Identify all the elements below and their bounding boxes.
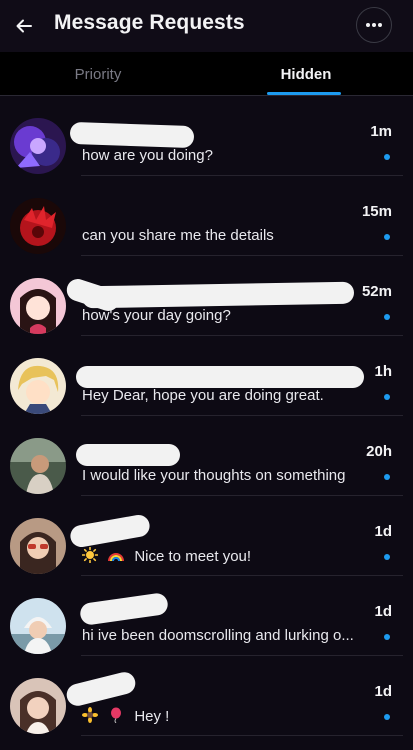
- message-preview: can you share me the details: [82, 227, 274, 244]
- message-preview: how are you doing?: [82, 147, 213, 164]
- redacted-name: [78, 591, 170, 627]
- more-options-button[interactable]: [356, 7, 392, 43]
- active-tab-indicator: [267, 92, 341, 95]
- avatar[interactable]: [10, 598, 66, 654]
- tab-hidden[interactable]: Hidden: [236, 52, 376, 96]
- tab-priority[interactable]: Priority: [0, 52, 196, 96]
- message-request-row[interactable]: 20h I would like your thoughts on someth…: [0, 416, 413, 496]
- message-preview: how's your day going?: [82, 307, 231, 324]
- back-button[interactable]: [10, 12, 38, 40]
- rainbow-emoji-icon: [108, 553, 125, 562]
- redacted-name: [76, 366, 364, 388]
- unread-dot: [384, 714, 390, 720]
- unread-dot: [384, 314, 390, 320]
- unread-dot: [384, 394, 390, 400]
- message-request-row[interactable]: 1d Nice to meet you!: [0, 496, 413, 576]
- message-text: Nice to meet you!: [134, 548, 252, 565]
- timestamp: 1d: [374, 603, 392, 620]
- message-request-row[interactable]: 1h Hey Dear, hope you are doing great.: [0, 336, 413, 416]
- message-request-row[interactable]: 1m how are you doing?: [0, 96, 413, 176]
- arrow-left-icon: [16, 19, 32, 33]
- tab-bar: Priority Hidden: [0, 52, 413, 96]
- page-title: Message Requests: [54, 11, 245, 34]
- unread-dot: [384, 154, 390, 160]
- redacted-name: [64, 669, 138, 709]
- unread-dot: [384, 234, 390, 240]
- message-request-row[interactable]: 15m can you share me the details: [0, 176, 413, 314]
- message-request-row[interactable]: 52m how's your day going?: [0, 256, 413, 336]
- message-preview: I would like your thoughts on something: [82, 467, 346, 484]
- avatar[interactable]: [10, 118, 66, 174]
- sun-emoji-icon: [82, 547, 98, 563]
- sunflower-emoji-icon: [82, 707, 98, 723]
- message-preview: Hey Dear, hope you are doing great.: [82, 387, 324, 404]
- avatar[interactable]: [10, 678, 66, 734]
- timestamp: 1d: [374, 523, 392, 540]
- top-bar: Message Requests: [0, 0, 413, 52]
- message-request-row[interactable]: 1d Hey !: [0, 656, 413, 736]
- redacted-name: [81, 281, 355, 309]
- timestamp: 15m: [361, 203, 392, 220]
- unread-dot: [384, 634, 390, 640]
- redacted-name: [69, 121, 195, 149]
- redacted-name: [68, 513, 152, 549]
- timestamp: 1d: [374, 683, 392, 700]
- unread-dot: [384, 554, 390, 560]
- avatar[interactable]: [10, 518, 66, 574]
- row-divider: [81, 735, 403, 736]
- message-request-row[interactable]: 1d hi ive been doomscrolling and lurking…: [0, 576, 413, 656]
- message-text: Hey !: [134, 708, 170, 725]
- timestamp: 20h: [366, 443, 392, 460]
- avatar[interactable]: [10, 358, 66, 414]
- avatar[interactable]: [10, 438, 66, 494]
- more-dots-icon: [366, 23, 382, 27]
- message-preview: Nice to meet you!: [82, 547, 372, 565]
- balloon-emoji-icon: [111, 707, 122, 723]
- message-preview: hi ive been doomscrolling and lurking o.…: [82, 627, 354, 644]
- message-preview: Hey !: [82, 707, 372, 725]
- unread-dot: [384, 474, 390, 480]
- timestamp: 52m: [361, 283, 392, 300]
- avatar[interactable]: [10, 198, 66, 254]
- timestamp: 1h: [374, 363, 392, 380]
- avatar[interactable]: [10, 278, 66, 334]
- timestamp: 1m: [370, 123, 392, 140]
- redacted-name: [76, 444, 180, 466]
